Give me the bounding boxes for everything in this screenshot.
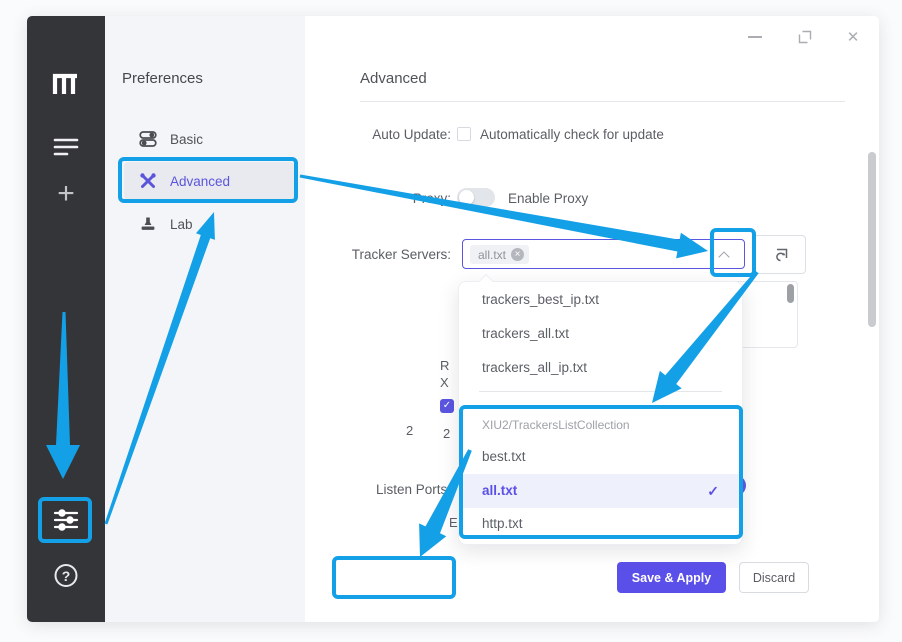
sidebar-item-advanced[interactable]: Advanced xyxy=(124,162,294,200)
screen: { "titlebar": { "close_glyph": "✕" }, "s… xyxy=(0,0,902,642)
hidden-text-fragment: X xyxy=(440,375,449,390)
toggles-icon xyxy=(139,130,157,148)
tag-label: all.txt xyxy=(478,248,506,262)
check-icon: ✓ xyxy=(707,481,719,501)
sidebar-item-label: Basic xyxy=(170,132,203,147)
close-button[interactable]: ✕ xyxy=(844,28,862,46)
selected-tag: all.txt × xyxy=(470,245,529,264)
preferences-title: Preferences xyxy=(122,70,203,87)
dropdown-option[interactable]: trackers_best_ip.txt xyxy=(459,290,742,310)
stamp-icon xyxy=(139,215,157,233)
sliders-icon xyxy=(53,508,79,532)
dropdown-option[interactable]: best.txt xyxy=(459,447,742,467)
sync-icon xyxy=(771,247,789,263)
help-button[interactable]: ? xyxy=(55,564,78,587)
wrench-tools-icon xyxy=(139,172,157,190)
add-task-button[interactable]: + xyxy=(57,179,75,209)
tracker-servers-label: Tracker Servers: xyxy=(287,247,451,262)
page-title: Advanced xyxy=(360,70,427,87)
hidden-text-fragment: E xyxy=(449,515,458,530)
motrix-logo-icon xyxy=(51,70,81,98)
maximize-button[interactable] xyxy=(796,28,814,46)
dropdown-option[interactable]: http.txt xyxy=(459,514,742,534)
task-list-icon[interactable] xyxy=(53,136,79,158)
proxy-toggle[interactable] xyxy=(457,188,495,207)
tag-remove-icon[interactable]: × xyxy=(511,248,524,261)
dropdown-group-label: XIU2/TrackersListCollection xyxy=(482,418,630,432)
listen-ports-label: Listen Ports: xyxy=(287,482,451,497)
sync-tracker-list-button[interactable] xyxy=(753,235,806,274)
tracker-list-dropdown: trackers_best_ip.txt trackers_all.txt tr… xyxy=(458,281,743,545)
app-window: + ? Preferences xyxy=(27,16,879,622)
sidebar-item-basic[interactable]: Basic xyxy=(124,120,294,158)
hidden-text-fragment: R xyxy=(440,358,449,373)
plus-icon: + xyxy=(57,179,75,209)
dropdown-option-selected[interactable]: all.txt xyxy=(459,481,742,501)
sidebar-item-lab[interactable]: Lab xyxy=(124,205,294,243)
discard-button[interactable]: Discard xyxy=(739,562,809,593)
title-divider xyxy=(360,101,845,102)
tracker-servers-select[interactable]: all.txt × xyxy=(462,239,745,269)
auto-update-option-label[interactable]: Automatically check for update xyxy=(480,127,664,142)
proxy-label: Proxy: xyxy=(287,191,451,206)
save-apply-button[interactable]: Save & Apply xyxy=(617,562,726,593)
dropdown-option[interactable]: trackers_all_ip.txt xyxy=(459,358,742,378)
dropdown-divider xyxy=(479,391,722,392)
dropdown-option[interactable]: trackers_all.txt xyxy=(459,324,742,344)
hidden-text-fragment: 2 xyxy=(406,423,413,438)
maximize-icon xyxy=(798,30,812,44)
minimize-icon xyxy=(748,36,762,38)
sidebar-item-label: Advanced xyxy=(170,174,230,189)
page-scrollbar[interactable] xyxy=(868,152,876,327)
app-rail: + ? xyxy=(27,16,105,622)
toggle-knob xyxy=(459,190,474,205)
question-mark-icon: ? xyxy=(55,564,78,587)
hidden-checkbox-fragment: ✓ xyxy=(440,399,454,413)
preferences-panel: Preferences Basic Advanced xyxy=(105,16,305,622)
close-icon: ✕ xyxy=(847,30,860,45)
minimize-button[interactable] xyxy=(746,28,764,46)
textarea-scrollbar[interactable] xyxy=(787,284,794,303)
proxy-option-label: Enable Proxy xyxy=(508,191,588,206)
preferences-button[interactable] xyxy=(53,508,79,532)
hidden-text-fragment: 2 xyxy=(443,426,450,441)
auto-update-label: Auto Update: xyxy=(287,127,451,142)
auto-update-checkbox[interactable] xyxy=(457,127,471,141)
sidebar-item-label: Lab xyxy=(170,217,193,232)
app-logo xyxy=(51,70,81,98)
chevron-up-icon[interactable] xyxy=(718,251,729,262)
